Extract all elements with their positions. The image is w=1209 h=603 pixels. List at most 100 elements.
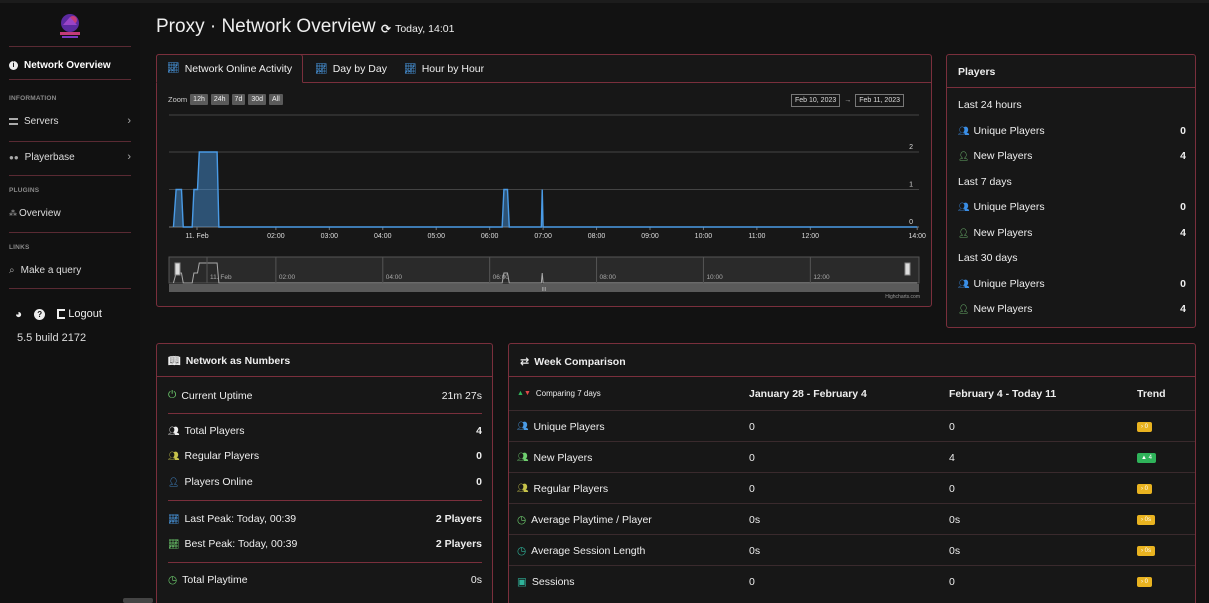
table-row: 👥︎ New Players 0 4 ▲ 4 (509, 441, 1195, 472)
row-separator (168, 562, 482, 563)
navigator-tick-label: 10:00 (706, 274, 723, 281)
cell-week-b: 0s (949, 513, 961, 526)
cell-week-b: 4 (949, 451, 955, 464)
sidebar-item-playerbase[interactable]: ●● Playerbase › (9, 147, 131, 167)
numbers-title: Network as Numbers (185, 355, 291, 367)
row-value: 4 (1180, 150, 1186, 162)
palette-icon[interactable]: ◕ (15, 307, 22, 321)
logout-button[interactable]: Logout (57, 308, 102, 320)
players-online-row: 👤︎ Players Online 0 (168, 476, 482, 488)
row-label: Total Players (184, 425, 245, 437)
version-text: 5.5 build 2172 (17, 332, 87, 344)
row-value: 4 (1180, 227, 1186, 239)
row-value: 0 (1180, 201, 1186, 213)
top-strip (0, 0, 1209, 3)
row-separator (168, 413, 482, 414)
question-icon[interactable]: ? (34, 308, 46, 320)
row-value: 21m 27s (441, 389, 482, 402)
galactic-forge-logo[interactable] (55, 11, 85, 41)
cell-week-a: 0 (749, 451, 755, 464)
trend-badge: ▲ 4 (1137, 452, 1156, 463)
refresh-time: Today, 14:01 (395, 23, 455, 35)
row-label: New Players (973, 150, 1033, 162)
door-icon (57, 309, 66, 319)
navigator-handle[interactable] (174, 262, 181, 276)
table-row: 👥︎ Regular Players 0 0 › 0 (509, 472, 1195, 503)
x-tick-label: 07:00 (534, 233, 552, 240)
sidebar-item-plugins-overview[interactable]: ⁂ Overview (9, 203, 131, 223)
row-value: 0 (476, 476, 482, 488)
row-label: Regular Players (533, 482, 609, 495)
sidebar-footer: ◕ ? Logout (15, 307, 102, 321)
users-icon: 👥︎ (958, 278, 970, 289)
horizontal-scrollbar-thumb[interactable] (123, 598, 153, 603)
header-week-a: January 28 - February 4 (749, 387, 867, 400)
exchange-icon: ⇄ (520, 356, 530, 368)
navigator-tick-label: 02:00 (279, 274, 296, 281)
sort-icon: ▲▼ (517, 390, 531, 397)
row-label: New Players (533, 451, 593, 464)
x-tick-label: 03:00 (321, 233, 339, 240)
row-label: Best Peak: Today, 00:39 (184, 538, 298, 550)
cell-week-a: 0s (749, 513, 761, 526)
new-players-row: 👤︎ New Players 4 (958, 303, 1186, 315)
row-label: Total Playtime (182, 574, 248, 586)
users-icon: 👥︎ (168, 450, 180, 461)
x-tick-label: 12:00 (802, 233, 820, 240)
cell-week-a: 0 (749, 482, 755, 495)
row-separator (168, 500, 482, 501)
last-peak-row: 📈︎ Last Peak: Today, 00:39 2 Players (168, 513, 482, 525)
row-label: Average Session Length (531, 544, 646, 557)
x-tick-label: 11:00 (748, 233, 765, 240)
clock-icon: ◷ (517, 513, 527, 526)
row-label: Unique Players (533, 420, 605, 433)
x-tick-label: 11. Feb (185, 233, 208, 240)
regular-players-row: 👥︎ Regular Players 0 (168, 450, 482, 462)
row-value: 4 (476, 425, 482, 437)
online-activity-chart[interactable]: 0 1 2 11. Feb 02:00 03:00 04:00 05:00 06:00 07:00… (157, 55, 931, 306)
table-row: ◷ Average Playtime / Player 0s 0s › 0s (509, 503, 1195, 534)
row-label: New Players (973, 303, 1033, 315)
line-chart-icon: 📈︎ (168, 538, 180, 549)
trend-badge: › 0 (1137, 421, 1153, 432)
refresh-button[interactable]: ⟳ Today, 14:01 (381, 22, 454, 36)
row-label: Average Playtime / Player (531, 513, 652, 526)
sidebar-item-label: Playerbase (24, 151, 75, 163)
sidebar-item-label: Network Overview (24, 59, 111, 71)
header-trend: Trend (1137, 387, 1166, 400)
table-row: ▣ Sessions 0 0 › 0 (509, 565, 1195, 596)
row-value: 0 (1180, 278, 1186, 290)
y-tick-label: 0 (909, 219, 913, 226)
row-value: 0s (470, 574, 482, 586)
cell-week-a: 0s (749, 544, 761, 557)
users-icon: ●● (9, 152, 19, 162)
sidebar-header-plugins: PLUGINS (9, 187, 40, 194)
card-divider (947, 87, 1195, 88)
chevron-right-icon: › (127, 115, 131, 127)
info-icon: i (9, 60, 18, 70)
best-peak-row: 📈︎ Best Peak: Today, 00:39 2 Players (168, 538, 482, 550)
user-plus-icon: 👤︎ (958, 227, 970, 238)
search-icon: ⌕ (9, 264, 15, 276)
user-icon: 👤︎ (168, 476, 180, 487)
period-label: Last 7 days (958, 176, 1012, 188)
unique-players-row: 👥︎ Unique Players 0 (958, 201, 1186, 213)
navigator-handle[interactable] (904, 262, 911, 276)
users-icon: 👥︎ (517, 452, 529, 462)
sidebar-divider (9, 141, 131, 142)
row-value: 0 (476, 450, 482, 462)
period-label: Last 24 hours (958, 99, 1022, 111)
user-plus-icon: 👤︎ (958, 303, 970, 314)
sidebar-item-make-a-query[interactable]: ⌕ Make a query (9, 260, 131, 280)
trend-badge: › 0 (1137, 483, 1153, 494)
sidebar-item-servers[interactable]: Servers › (9, 111, 131, 131)
row-value: 2 Players (435, 513, 482, 525)
row-label: Sessions (531, 575, 575, 588)
refresh-icon: ⟳ (381, 22, 392, 36)
sidebar-item-network-overview[interactable]: i Network Overview (9, 55, 131, 75)
table-row: ◷ Average Session Length 0s 0s › 0s (509, 534, 1195, 565)
book-icon: 📖︎ (168, 355, 181, 367)
sidebar-divider (9, 288, 131, 289)
calendar-check-icon: ▣ (517, 575, 527, 588)
row-label: New Players (973, 227, 1033, 239)
